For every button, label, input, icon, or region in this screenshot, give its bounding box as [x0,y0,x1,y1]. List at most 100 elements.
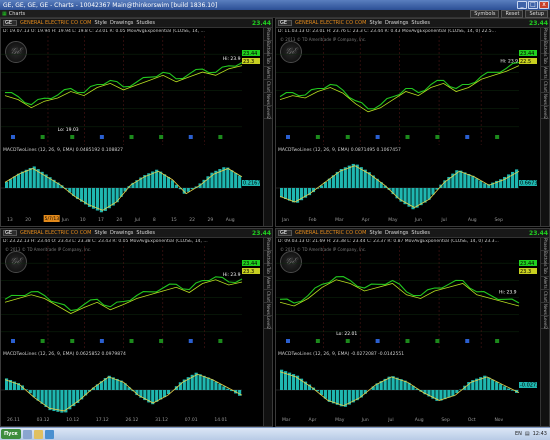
quote-line: D: 09.03.13 O: 21.69 H: 23.38 L: 23.44 C… [278,239,499,244]
app-icon[interactable] [44,429,54,439]
macd-bar [99,188,103,213]
x-axis-label: 17 [98,217,104,222]
side-tab[interactable]: Phase [264,238,272,251]
event-icon [159,339,164,343]
macd-value-text: 0.6673 [520,181,538,187]
event-icon [495,339,500,343]
macd-chart[interactable]: 0.2167132027Jun101724Jul8152229Aug5/7/13 [1,154,262,222]
price-chart[interactable]: 23.44 22.5Hi: 23.9 [276,36,539,145]
side-tab[interactable]: Buttons [541,251,549,266]
side-tab[interactable]: Level2 [541,316,549,329]
symbol-input[interactable]: GE [3,20,17,26]
chart-panel-3[interactable]: GE GENERAL ELECTRIC CO COM Style Drawing… [0,228,273,427]
style-menu[interactable]: Style [94,230,107,236]
style-menu[interactable]: Style [94,20,107,26]
side-tab[interactable]: News [541,303,549,316]
macd-bar [20,171,24,188]
symbol-input[interactable]: GE [3,230,17,236]
side-tab[interactable]: Phase [541,238,549,251]
charts-menu[interactable]: ▦ Charts [2,11,25,17]
side-tab[interactable]: Buttons [264,251,272,266]
macd-chart[interactable]: 0.6673 Jan Feb Mar Apr May Jun Jul Aug Sep [276,154,539,222]
side-tab[interactable]: Chart [541,290,549,303]
high-label: Hi: 23.9 [500,58,518,64]
side-tab[interactable]: Alerts [541,277,549,290]
drawings-menu[interactable]: Drawings [385,20,408,26]
setup-button[interactable]: Setup [525,10,548,18]
macd-value-text: -0.0272 [520,383,539,389]
panel-toolbar: GE GENERAL ELECTRIC CO COM Style Drawing… [276,229,549,238]
x-axis-label: 14.01 [214,417,227,422]
price-axis-tag-text: 23.44 [520,51,534,57]
chart-panel-1[interactable]: GE GENERAL ELECTRIC CO COM Style Drawing… [0,18,273,227]
side-tab[interactable]: Alerts [264,67,272,80]
side-tab[interactable]: Level2 [264,316,272,329]
price-chart[interactable]: 23.44 23.3Hi: 23.9 [1,246,262,349]
macd-bar [391,376,395,390]
studies-menu[interactable]: Studies [411,230,430,236]
side-tab[interactable]: News [264,303,272,316]
drawings-menu[interactable]: Drawings [385,230,408,236]
x-axis-label: Jul [440,217,446,222]
start-button[interactable]: Пуск [1,429,21,439]
reset-button[interactable]: Reset [501,10,524,18]
side-tab[interactable]: Chart [541,80,549,93]
studies-menu[interactable]: Studies [136,20,155,26]
price-axis-tag-text: 23.3 [520,269,531,275]
symbols-button[interactable]: Symbols [470,10,500,18]
language-indicator[interactable]: EN [515,431,522,437]
price-axis-tag-text: 23.44 [243,261,257,267]
macd-bar [202,375,206,390]
chart-panel-2[interactable]: GE GENERAL ELECTRIC CO COM Style Drawing… [275,18,550,227]
minimize-button[interactable]: _ [517,1,527,9]
event-icon [11,339,15,343]
macd-chart[interactable]: -0.0272 Mar Apr May Jun Jul Aug Sep Oct Nov [276,358,539,422]
price-chart[interactable]: 23.44 23.3 Hi: 23.9 Lo: 22.01 [276,246,539,349]
chart-panel-4[interactable]: GE GENERAL ELECTRIC CO COM Style Drawing… [275,228,550,427]
side-tab[interactable]: Buttons [541,41,549,56]
style-menu[interactable]: Style [369,230,382,236]
symbol-input[interactable]: GE [278,230,292,236]
side-tab[interactable]: Alerts [541,67,549,80]
side-tab[interactable]: News [541,93,549,106]
event-icon [40,339,45,343]
side-tab[interactable]: Phase [264,28,272,41]
macd-bar [503,386,507,390]
x-axis-label: 29 [208,217,214,222]
side-tab[interactable]: Alerts [264,277,272,290]
browser-icon[interactable] [22,429,32,439]
drawings-menu[interactable]: Drawings [110,230,133,236]
macd-bar [56,390,60,412]
quote-line: D: 11.03.13 O: 23.01 H: 23.76 L: 23.3 C:… [278,29,496,34]
top-right-controls: Symbols Reset Setup [470,10,548,18]
event-icon [405,339,410,343]
symbol-input[interactable]: GE [278,20,292,26]
side-tab[interactable]: Level2 [541,106,549,119]
x-axis-label: 20 [25,217,31,222]
x-axis: 26.11 03.12 10.12 17.12 26.12 31.12 07.01 14.01 [7,417,227,422]
event-icon [159,135,164,139]
side-tab[interactable]: News [264,93,272,106]
side-tab[interactable]: Level2 [264,106,272,119]
price-chart[interactable]: 23.44 23.3Hi: 23.9 Lo: 19.03 [1,36,262,145]
price-axis-tag-text: 23.44 [520,261,534,267]
folder-icon[interactable] [33,429,43,439]
drawings-menu[interactable]: Drawings [110,20,133,26]
maximize-button[interactable]: □ [528,1,538,9]
macd-bar [491,379,495,390]
side-tab[interactable]: Phase [541,28,549,41]
side-tab[interactable]: Buttons [264,41,272,56]
studies-menu[interactable]: Studies [411,20,430,26]
close-button[interactable]: x [539,1,549,9]
event-icon [315,339,320,343]
side-tab[interactable]: Chart [264,80,272,93]
studies-menu[interactable]: Studies [136,230,155,236]
style-menu[interactable]: Style [369,20,382,26]
macd-chart[interactable]: 26.11 03.12 10.12 17.12 26.12 31.12 07.01 14.01 [1,358,262,422]
macd-bar [218,384,222,390]
event-icon [465,135,470,139]
macd-bar [230,170,234,188]
side-tab[interactable]: Chart [264,290,272,303]
panel-toolbar: GE GENERAL ELECTRIC CO COM Style Drawing… [276,19,549,28]
side-tabs: Phase Buttons Tab Alerts Chart News Level2 [540,238,549,426]
